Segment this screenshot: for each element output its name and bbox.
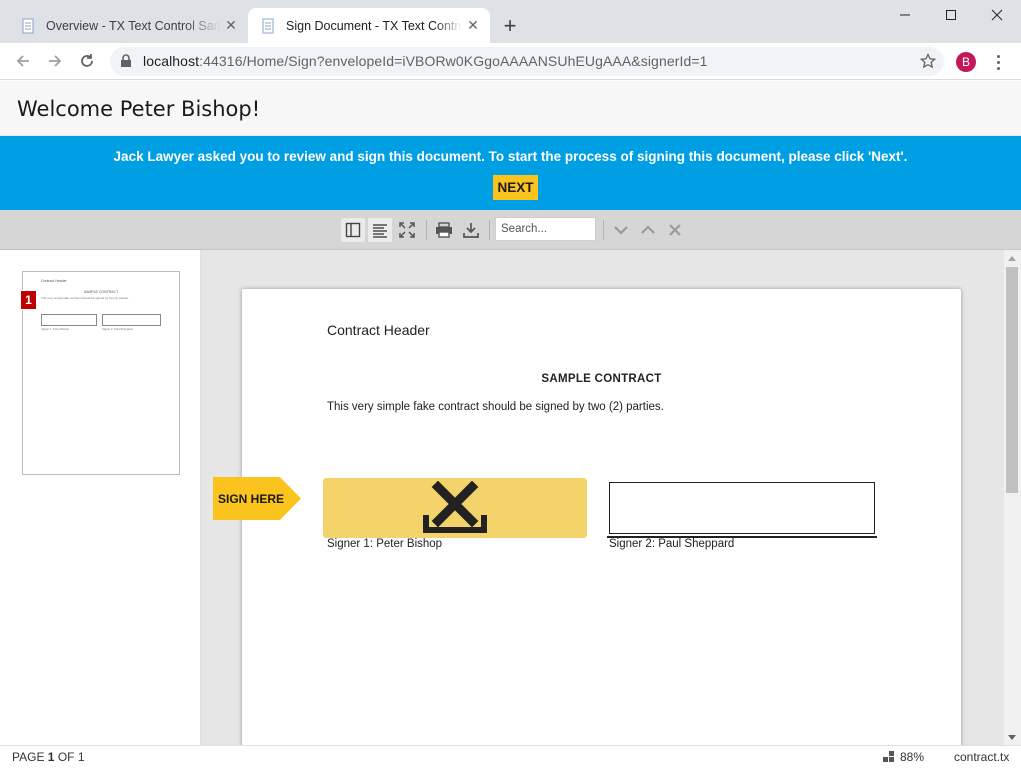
clear-search-button[interactable] (663, 218, 687, 242)
address-bar[interactable]: localhost:44316/Home/Sign?envelopeId=iVB… (110, 47, 944, 76)
tab-overview[interactable]: Overview - TX Text Control Sample ✕ (8, 8, 248, 43)
zoom-level[interactable]: 88% (900, 750, 924, 764)
expand-icon (399, 222, 415, 238)
tab-title: Overview - TX Text Control Sample (46, 18, 220, 33)
print-button[interactable] (432, 218, 456, 242)
signer-2-label: Signer 2: Paul Sheppard (609, 538, 735, 550)
banner-message: Jack Lawyer asked you to review and sign… (113, 149, 908, 164)
arrow-right-icon (49, 55, 62, 67)
search-previous-button[interactable] (636, 218, 660, 242)
profile-avatar[interactable]: B (956, 52, 976, 72)
maximize-button[interactable] (928, 0, 974, 30)
document-search-input[interactable] (495, 217, 596, 241)
thumbnail-signature-box (102, 314, 161, 326)
toolbar-divider (603, 220, 604, 240)
page-indicator: PAGE 1 OF 1 (12, 750, 85, 764)
welcome-title: Welcome Peter Bishop! (17, 97, 261, 121)
bookmark-star-icon[interactable] (920, 53, 936, 69)
thumbnail-sidebar: Contract Header SAMPLE CONTRACT This ver… (0, 250, 201, 745)
scroll-down-arrow-icon[interactable] (1008, 735, 1016, 740)
page-prefix: PAGE (12, 750, 48, 764)
back-button[interactable] (9, 47, 37, 75)
browser-tab-strip: Overview - TX Text Control Sample ✕ Sign… (0, 0, 1021, 43)
download-icon (463, 223, 479, 238)
document-body-text: This very simple fake contract should be… (327, 401, 664, 413)
signature-field-signer-1[interactable] (323, 478, 587, 538)
page-number-badge: 1 (20, 290, 37, 310)
document-favicon-icon (22, 18, 34, 33)
page-thumbnail[interactable]: Contract Header SAMPLE CONTRACT This ver… (22, 271, 180, 475)
align-lines-icon (373, 224, 387, 238)
page-suffix: OF 1 (54, 750, 85, 764)
reload-button[interactable] (73, 47, 101, 75)
sidebar-panel-icon (345, 222, 361, 238)
minimize-icon (900, 14, 910, 16)
toolbar-divider (489, 220, 490, 240)
close-icon (669, 224, 681, 236)
page-width-button[interactable] (368, 218, 392, 242)
download-button[interactable] (459, 218, 483, 242)
thumbnail-title: SAMPLE CONTRACT (83, 290, 119, 294)
document-header: Contract Header (327, 322, 430, 338)
thumbnail-body: This very simple fake contract should be… (41, 296, 129, 300)
url-path: :44316/Home/Sign?envelopeId=iVBORw0KGgoA… (199, 53, 708, 69)
document-favicon-icon (262, 18, 274, 33)
printer-icon (436, 222, 452, 238)
browser-menu-icon[interactable] (990, 50, 1006, 74)
signing-banner: Jack Lawyer asked you to review and sign… (0, 136, 1021, 210)
close-tab-icon[interactable]: ✕ (220, 15, 242, 37)
reload-icon (81, 54, 93, 67)
url-host: localhost (143, 53, 200, 69)
maximize-icon (946, 10, 956, 20)
browser-toolbar: localhost:44316/Home/Sign?envelopeId=iVB… (0, 43, 1021, 80)
lock-icon (121, 54, 131, 67)
chevron-down-icon (614, 226, 628, 235)
document-title: SAMPLE CONTRACT (541, 373, 662, 385)
scroll-up-arrow-icon[interactable] (1008, 256, 1016, 261)
document-viewport[interactable]: Contract Header SAMPLE CONTRACT This ver… (201, 250, 1004, 745)
status-bar: PAGE 1 OF 1 88% contract.tx (0, 745, 1021, 769)
thumbnail-signature-box (41, 314, 97, 326)
toolbar-divider (426, 220, 427, 240)
new-tab-button[interactable]: + (498, 14, 522, 38)
close-tab-icon[interactable]: ✕ (462, 15, 484, 37)
tab-sign-document[interactable]: Sign Document - TX Text Control Sample ✕ (248, 8, 490, 43)
next-button[interactable]: NEXT (493, 175, 538, 200)
minimize-button[interactable] (882, 0, 928, 30)
forward-button[interactable] (41, 47, 69, 75)
file-name: contract.tx (954, 750, 1010, 764)
welcome-header: Welcome Peter Bishop! (0, 81, 1021, 136)
close-window-button[interactable] (974, 0, 1020, 30)
thumbnail-signer-label: Signer 1: Peter Bishop (41, 327, 69, 331)
thumbnail-signer-label: Signer 2: Paul Sheppard (102, 327, 133, 331)
zoom-icon[interactable] (883, 751, 895, 763)
toggle-sidebar-button[interactable] (341, 218, 365, 242)
fullscreen-button[interactable] (395, 218, 419, 242)
scrollbar-thumb[interactable] (1006, 267, 1018, 493)
viewer-toolbar (0, 210, 1021, 250)
vertical-scrollbar[interactable] (1004, 250, 1021, 745)
arrow-left-icon (16, 55, 29, 67)
sign-x-icon (423, 481, 487, 533)
document-page: Contract Header SAMPLE CONTRACT This ver… (242, 289, 961, 745)
signer-1-label: Signer 1: Peter Bishop (327, 538, 443, 550)
thumbnail-header: Contract Header (41, 279, 67, 283)
tab-title: Sign Document - TX Text Control Sample (286, 18, 462, 33)
close-icon (991, 9, 1003, 21)
signature-field-signer-2 (609, 482, 875, 534)
url-text: localhost:44316/Home/Sign?envelopeId=iVB… (143, 53, 708, 69)
chevron-up-icon (641, 225, 655, 234)
search-next-button[interactable] (609, 218, 633, 242)
